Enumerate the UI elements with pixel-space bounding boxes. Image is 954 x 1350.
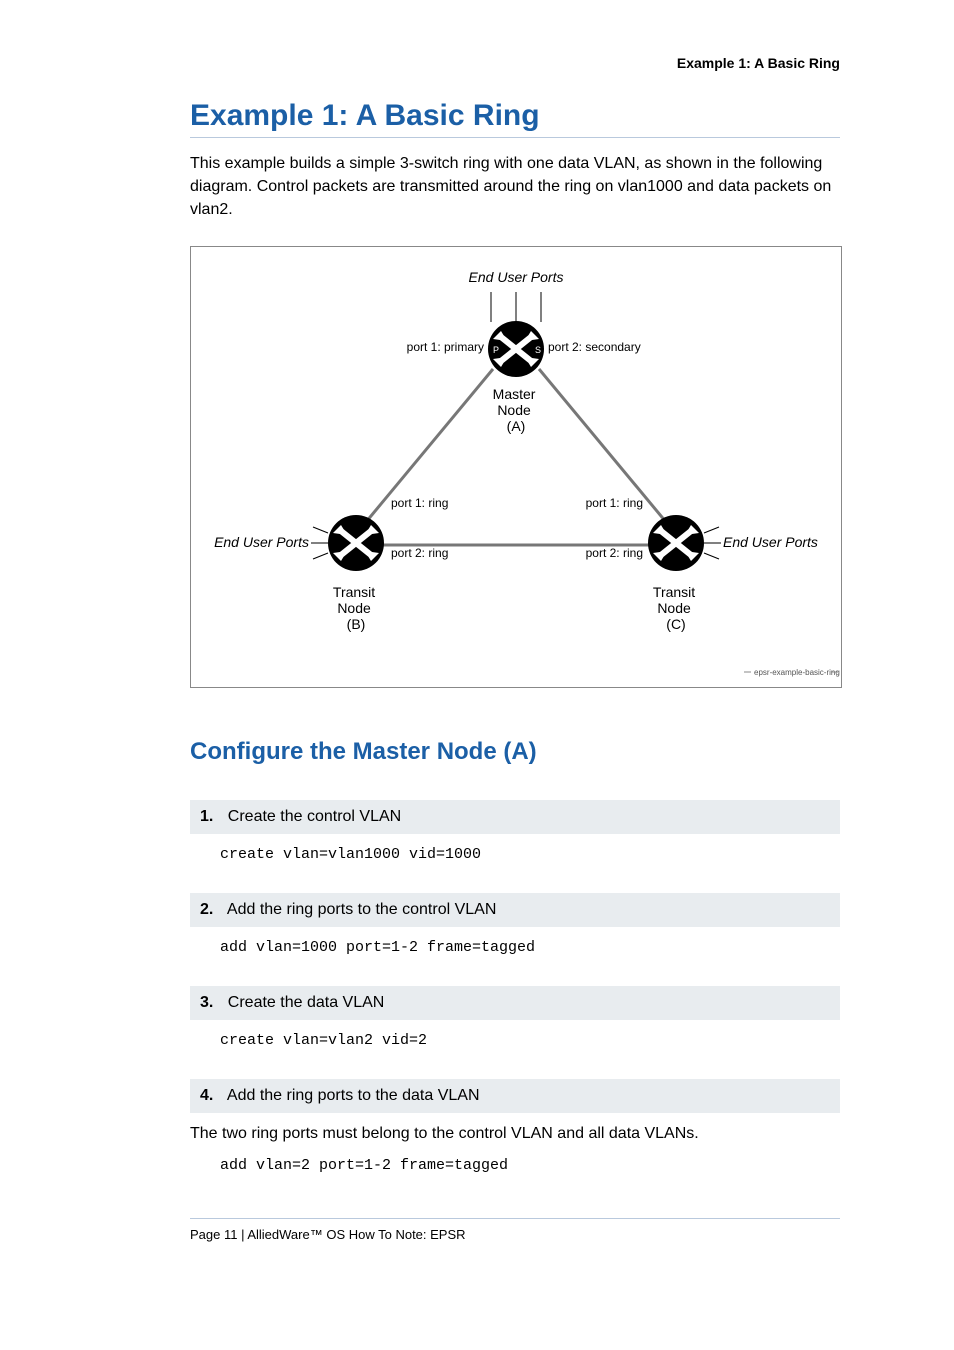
master-node-label: Master Node (A) bbox=[493, 386, 540, 434]
step-1-number: 1. bbox=[200, 808, 213, 825]
step-2-heading: 2. Add the ring ports to the control VLA… bbox=[190, 893, 840, 927]
step-4-heading: 4. Add the ring ports to the data VLAN bbox=[190, 1079, 840, 1113]
step-2-title: Add the ring ports to the control VLAN bbox=[227, 901, 496, 918]
step-4-code: add vlan=2 port=1-2 frame=tagged bbox=[220, 1157, 840, 1174]
intro-paragraph: This example builds a simple 3-switch ri… bbox=[190, 152, 840, 222]
step-3-number: 3. bbox=[200, 994, 213, 1011]
port1-ring-c-label: port 1: ring bbox=[586, 496, 643, 510]
step-3-code: create vlan=vlan2 vid=2 bbox=[220, 1032, 840, 1049]
step-1-code: create vlan=vlan1000 vid=1000 bbox=[220, 846, 840, 863]
end-user-ports-right-label: End User Ports bbox=[723, 534, 818, 550]
transit-node-c-icon bbox=[648, 515, 704, 571]
end-user-ports-left-label: End User Ports bbox=[214, 534, 309, 550]
step-4-note: The two ring ports must belong to the co… bbox=[190, 1125, 840, 1143]
port2-ring-c-label: port 2: ring bbox=[586, 546, 643, 560]
port1-primary-label: port 1: primary bbox=[407, 340, 484, 354]
port1-ring-b-label: port 1: ring bbox=[391, 496, 448, 510]
ring-diagram: End User Ports P S port 1: primary port … bbox=[190, 246, 842, 688]
step-3-heading: 3. Create the data VLAN bbox=[190, 986, 840, 1020]
page-title: Example 1: A Basic Ring bbox=[190, 99, 840, 133]
step-4-number: 4. bbox=[200, 1087, 213, 1104]
running-header: Example 1: A Basic Ring bbox=[190, 55, 840, 71]
port2-ring-b-label: port 2: ring bbox=[391, 546, 448, 560]
step-2-code: add vlan=1000 port=1-2 frame=tagged bbox=[220, 939, 840, 956]
title-rule bbox=[190, 137, 840, 138]
section-heading: Configure the Master Node (A) bbox=[190, 738, 840, 766]
step-1-heading: 1. Create the control VLAN bbox=[190, 800, 840, 834]
p-letter: P bbox=[493, 345, 499, 355]
step-3-title: Create the data VLAN bbox=[228, 994, 385, 1011]
footer-text: Page 11 | AlliedWare™ OS How To Note: EP… bbox=[190, 1227, 840, 1242]
end-user-ports-top-label: End User Ports bbox=[469, 269, 564, 285]
diagram-tag: epsr-example-basic-ring bbox=[754, 668, 840, 677]
transit-node-b-icon bbox=[328, 515, 384, 571]
footer-rule bbox=[190, 1218, 840, 1219]
transit-node-c-label: Transit Node (C) bbox=[653, 584, 699, 632]
step-1-title: Create the control VLAN bbox=[228, 808, 401, 825]
step-2-number: 2. bbox=[200, 901, 213, 918]
s-letter: S bbox=[535, 345, 541, 355]
port2-secondary-label: port 2: secondary bbox=[548, 340, 641, 354]
transit-node-b-label: Transit Node (B) bbox=[333, 584, 379, 632]
step-4-title: Add the ring ports to the data VLAN bbox=[227, 1087, 480, 1104]
page-footer: Page 11 | AlliedWare™ OS How To Note: EP… bbox=[190, 1218, 840, 1242]
